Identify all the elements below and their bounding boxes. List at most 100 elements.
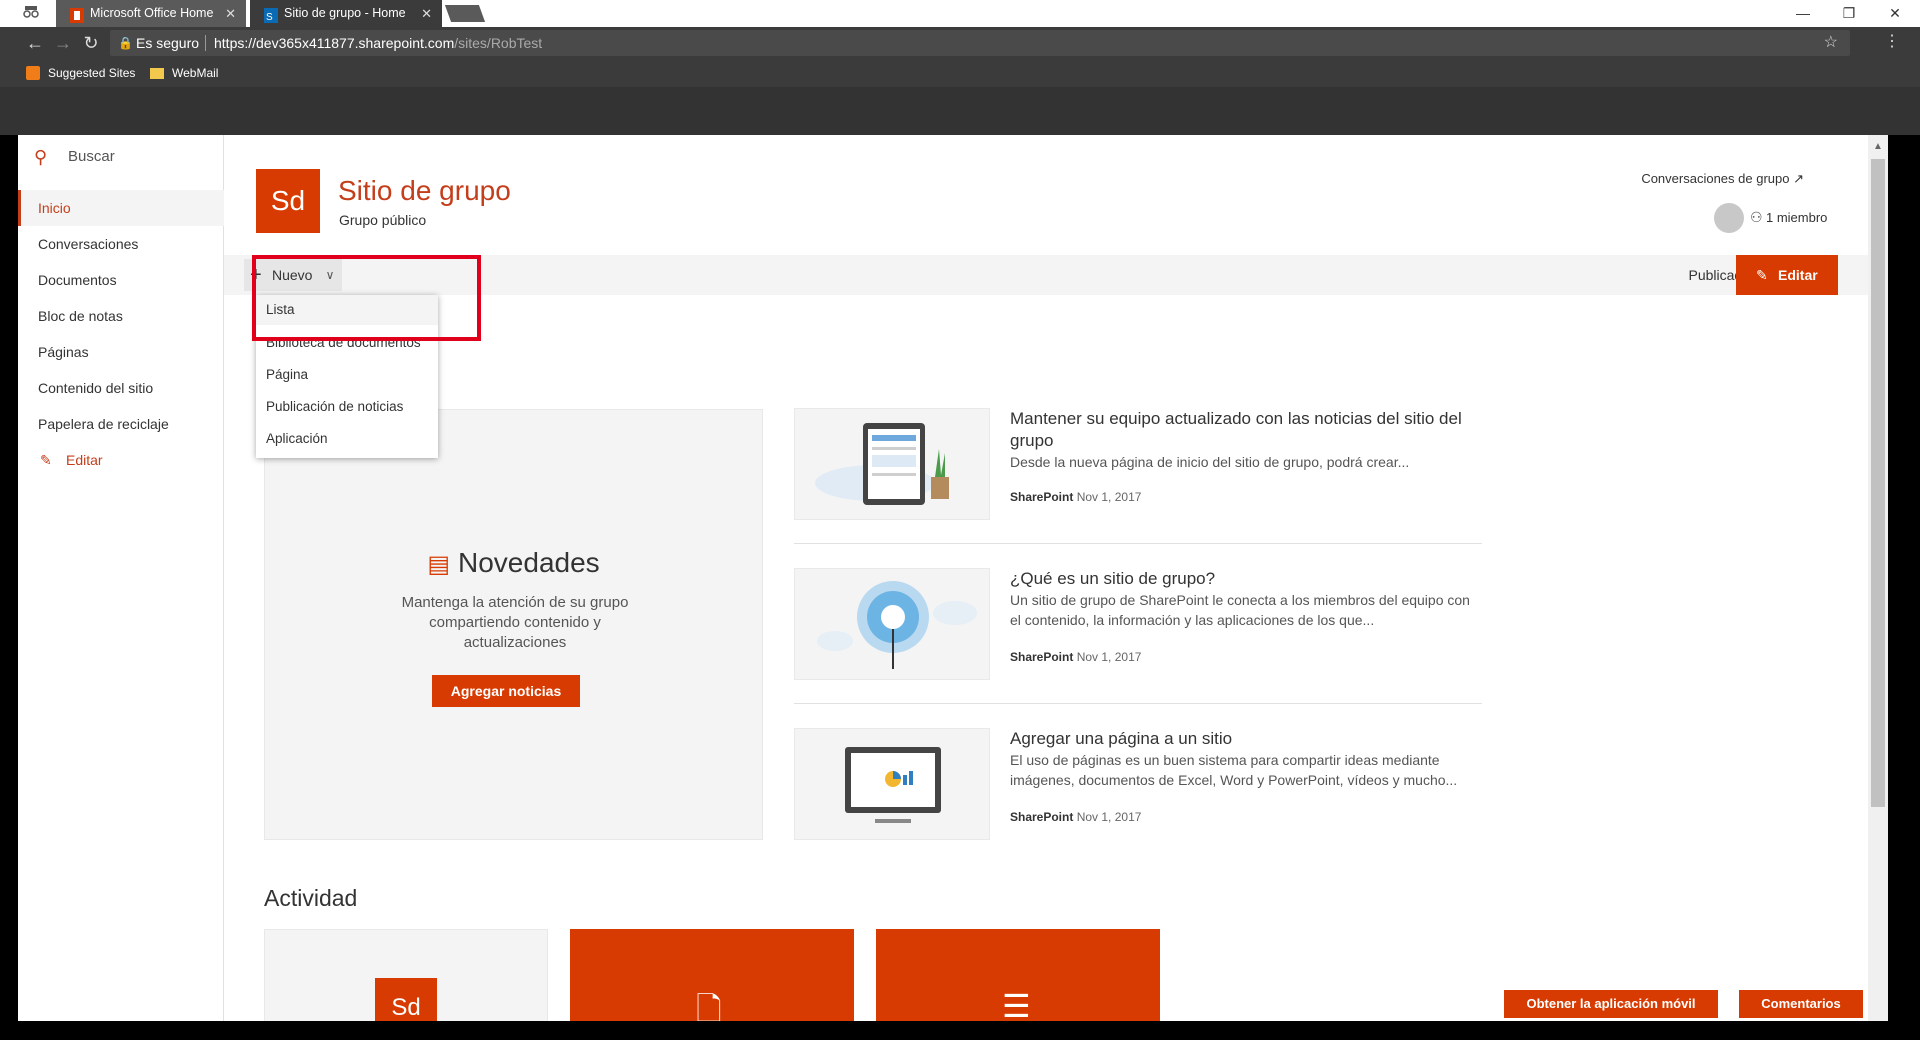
nav-item-paginas[interactable]: Páginas	[18, 334, 224, 370]
activity-card[interactable]: Sd	[264, 929, 548, 1021]
article-date: Nov 1, 2017	[1076, 650, 1142, 664]
article-title: Agregar una página a un sitio	[1010, 729, 1233, 748]
avatar	[1714, 203, 1744, 233]
incognito-icon	[22, 4, 40, 22]
news-description: Mantenga la atención de su grupo compart…	[401, 594, 629, 651]
suggested-sites-icon	[26, 66, 40, 80]
bookmarks-bar: Suggested Sites WebMail	[0, 60, 1920, 87]
add-news-button[interactable]: Agregar noticias	[432, 675, 580, 707]
activity-card[interactable]: 🗋	[570, 929, 854, 1021]
close-window-icon[interactable]: ✕	[1872, 0, 1918, 27]
group-conversations-label: Conversaciones de grupo	[1641, 171, 1790, 186]
article-card[interactable]: Mantener su equipo actualizado con las n…	[794, 408, 1482, 558]
close-tab-icon[interactable]: ✕	[225, 0, 236, 27]
restore-icon[interactable]: ❐	[1826, 0, 1872, 27]
forward-icon[interactable]: →	[52, 32, 74, 54]
activity-heading: Actividad	[264, 885, 358, 911]
bookmark-label: Suggested Sites	[48, 66, 136, 80]
article-author: SharePoint	[1010, 650, 1074, 664]
nav-item-bloc-de-notas[interactable]: Bloc de notas	[18, 298, 224, 334]
article-title: Mantener su equipo actualizado con las n…	[1010, 409, 1462, 450]
suite-bar	[0, 87, 1920, 135]
minimize-icon[interactable]: —	[1780, 0, 1826, 27]
svg-text:S: S	[266, 12, 273, 23]
nav-item-contenido-del-sitio[interactable]: Contenido del sitio	[18, 370, 224, 406]
article-author: SharePoint	[1010, 490, 1074, 504]
document-icon: 🗋	[696, 991, 722, 1021]
highlight-annotation	[252, 255, 481, 341]
news-heading: ▤ Novedades	[265, 547, 762, 579]
tab-office-home[interactable]: Microsoft Office Home ✕	[56, 0, 246, 27]
site-title[interactable]: Sitio de grupo	[338, 175, 511, 207]
sharepoint-page: ⚲ Buscar Inicio Conversaciones Documento…	[18, 135, 1868, 1021]
vertical-scrollbar[interactable]: ▲	[1868, 135, 1888, 1021]
browser-menu-icon[interactable]: ⋮	[1884, 31, 1900, 51]
article-meta: SharePoint Nov 1, 2017	[1010, 810, 1141, 824]
search-box[interactable]: ⚲ Buscar	[34, 147, 115, 167]
left-navigation: ⚲ Buscar Inicio Conversaciones Documento…	[18, 135, 224, 1021]
get-mobile-app-button[interactable]: Obtener la aplicación móvil	[1504, 990, 1718, 1018]
tab-title: Sitio de grupo - Home	[284, 6, 406, 20]
article-thumbnail	[794, 408, 990, 520]
bookmark-star-icon[interactable]: ☆	[1824, 30, 1838, 56]
pencil-icon: ✎	[1756, 267, 1768, 283]
search-icon: ⚲	[34, 147, 48, 167]
article-thumbnail	[794, 728, 990, 840]
scroll-up-arrow[interactable]: ▲	[1868, 141, 1888, 152]
article-meta: SharePoint Nov 1, 2017	[1010, 490, 1141, 504]
folder-icon	[150, 66, 164, 80]
address-bar[interactable]: 🔒 Es seguro https://dev365x411877.sharep…	[110, 30, 1850, 56]
article-thumbnail	[794, 568, 990, 680]
article-card[interactable]: ¿Qué es un sitio de grupo? Un sitio de g…	[794, 568, 1482, 718]
browser-toolbar: ← → ↻ 🔒 Es seguro https://dev365x411877.…	[0, 27, 1920, 60]
tab-strip: Microsoft Office Home ✕ S Sitio de grupo…	[0, 0, 1920, 27]
back-icon[interactable]: ←	[24, 32, 46, 54]
browser-window: Microsoft Office Home ✕ S Sitio de grupo…	[0, 0, 1920, 1040]
article-date: Nov 1, 2017	[1076, 810, 1142, 824]
separator	[205, 35, 206, 51]
news-title: Novedades	[458, 547, 600, 578]
article-description: Desde la nueva página de inicio del siti…	[1010, 454, 1410, 470]
office-icon	[70, 6, 84, 23]
menu-item-pagina[interactable]: Página	[256, 360, 438, 390]
nav-item-conversaciones[interactable]: Conversaciones	[18, 226, 224, 262]
feedback-button[interactable]: Comentarios	[1739, 990, 1863, 1018]
nav-item-papelera[interactable]: Papelera de reciclaje	[18, 406, 224, 442]
new-tab-button[interactable]	[444, 5, 486, 22]
nav-edit-link[interactable]: ✎ Editar	[18, 442, 224, 478]
members-button[interactable]: ⚇ 1 miembro	[1714, 203, 1854, 233]
site-subtitle: Grupo público	[339, 212, 427, 228]
divider	[794, 703, 1482, 704]
article-date: Nov 1, 2017	[1076, 490, 1142, 504]
article-author: SharePoint	[1010, 810, 1074, 824]
activity-card[interactable]: ☰	[876, 929, 1160, 1021]
edit-button-label: Editar	[1778, 267, 1818, 283]
article-card[interactable]: Agregar una página a un sitio El uso de …	[794, 728, 1482, 878]
members-count: 1 miembro	[1766, 210, 1828, 225]
edit-button[interactable]: ✎ Editar	[1736, 255, 1838, 295]
news-webpart: ▤ Novedades Mantenga la atención de su gr…	[264, 409, 763, 840]
nav-item-documentos[interactable]: Documentos	[18, 262, 224, 298]
tab-title: Microsoft Office Home	[90, 6, 214, 20]
menu-item-aplicacion[interactable]: Aplicación	[256, 424, 438, 454]
reload-icon[interactable]: ↻	[80, 32, 102, 54]
search-placeholder: Buscar	[68, 148, 115, 165]
tab-sitio-grupo[interactable]: S Sitio de grupo - Home ✕	[250, 0, 442, 27]
news-icon: ▤	[427, 551, 451, 578]
menu-item-publicacion-noticias[interactable]: Publicación de noticias	[256, 392, 438, 422]
divider	[794, 543, 1482, 544]
nav-item-inicio[interactable]: Inicio	[18, 190, 224, 226]
bookmark-webmail[interactable]: WebMail	[150, 66, 218, 81]
close-tab-icon[interactable]: ✕	[421, 0, 432, 27]
bookmark-label: WebMail	[172, 66, 219, 80]
url-host: https://dev365x411877.sharepoint.com	[214, 35, 455, 51]
group-conversations-link[interactable]: Conversaciones de grupo ↗	[1641, 171, 1804, 187]
sharepoint-icon: S	[264, 6, 278, 23]
bookmark-suggested-sites[interactable]: Suggested Sites	[26, 66, 135, 81]
lock-icon: 🔒	[118, 36, 133, 50]
pencil-icon: ✎	[40, 452, 52, 468]
person-icon: ⚇	[1750, 209, 1763, 225]
site-logo[interactable]: Sd	[256, 169, 320, 233]
site-logo-small: Sd	[375, 978, 437, 1021]
scroll-thumb[interactable]	[1871, 159, 1885, 807]
